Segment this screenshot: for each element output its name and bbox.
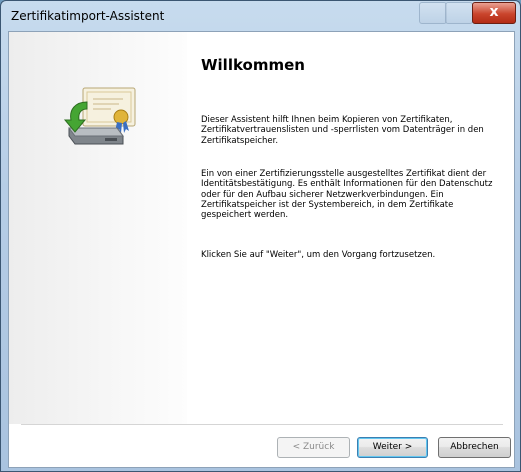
title-bar[interactable]: Zertifikatimport-Assistent x	[1, 1, 520, 31]
certificate-import-icon	[63, 87, 136, 145]
wizard-window: Zertifikatimport-Assistent x Willkommen …	[0, 0, 521, 472]
button-separator	[21, 424, 503, 426]
wizard-client-area: Willkommen Dieser Assistent hilft Ihnen …	[8, 31, 515, 468]
window-title: Zertifikatimport-Assistent	[11, 9, 165, 23]
intro-paragraph: Dieser Assistent hilft Ihnen beim Kopier…	[201, 115, 484, 146]
minimize-button	[419, 2, 447, 24]
wizard-side-panel	[9, 32, 187, 424]
close-icon: x	[489, 4, 499, 20]
close-button[interactable]: x	[472, 2, 516, 24]
next-button[interactable]: Weiter >	[357, 437, 428, 458]
continue-instruction: Klicken Sie auf "Weiter", um den Vorgang…	[201, 250, 436, 260]
page-heading: Willkommen	[201, 56, 305, 74]
certificate-info-paragraph: Ein von einer Zertifizierungsstelle ausg…	[201, 169, 493, 221]
cancel-button[interactable]: Abbrechen	[438, 437, 511, 458]
maximize-button	[445, 2, 473, 24]
back-button[interactable]: < Zurück	[277, 437, 350, 458]
